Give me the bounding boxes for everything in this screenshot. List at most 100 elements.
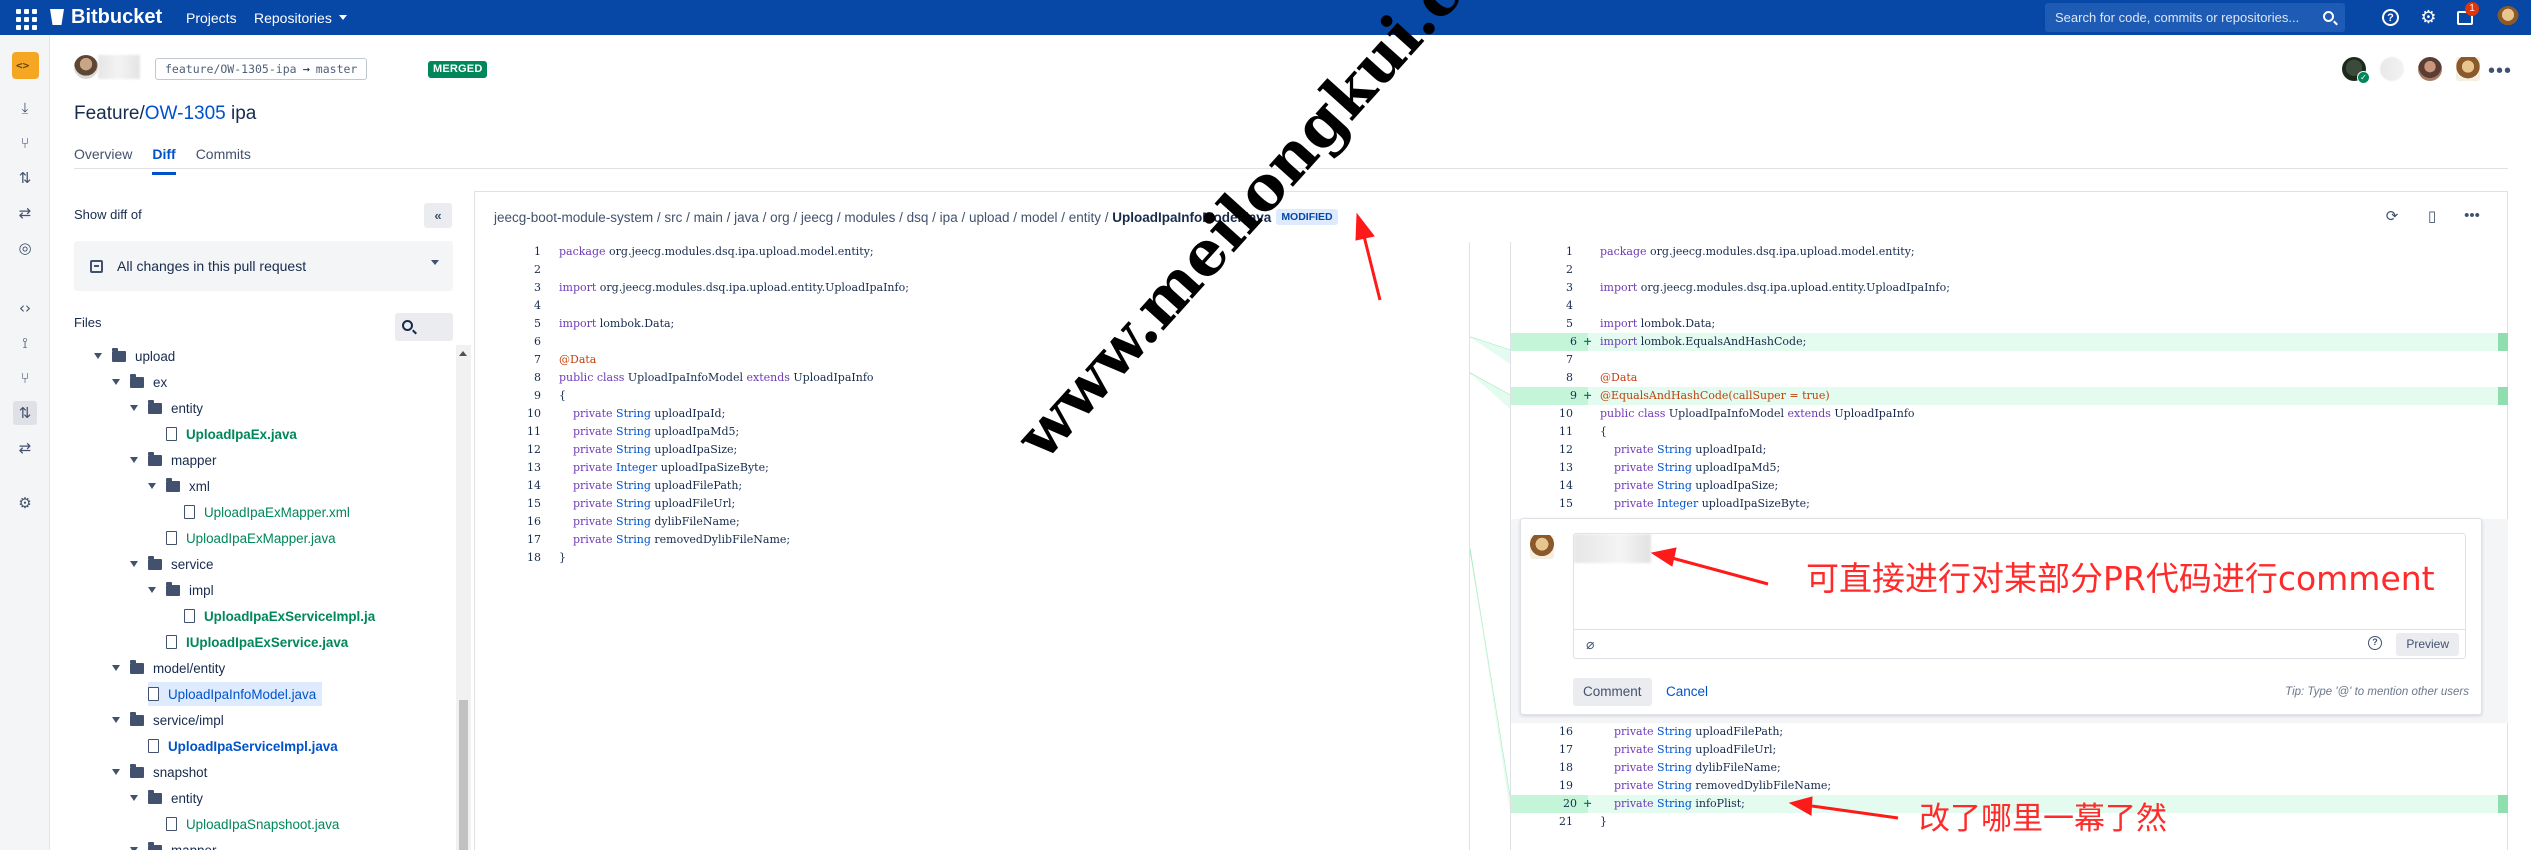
create-pull-request-icon[interactable]: ⇅	[15, 168, 35, 188]
line-number[interactable]: 9	[475, 387, 541, 405]
tree-file[interactable]: IUploadIpaExService.java	[166, 630, 348, 654]
refresh-icon[interactable]: ⟳	[2383, 207, 2401, 225]
reviewer-avatar[interactable]	[2380, 57, 2404, 81]
collapse-sidebar-button[interactable]: «	[424, 203, 452, 228]
diff-line[interactable]: 11 private String uploadIpaMd5;	[475, 423, 1469, 441]
diff-line[interactable]: 15 private Integer uploadIpaSizeByte;	[1511, 495, 2508, 513]
tab-overview[interactable]: Overview	[74, 146, 132, 175]
diff-line[interactable]: 4	[475, 297, 1469, 315]
chevron-down-icon[interactable]	[112, 769, 120, 775]
diff-line[interactable]: 10 private String uploadIpaId;	[475, 405, 1469, 423]
diff-line-added[interactable]: 6 + import lombok.EqualsAndHashCode;	[1511, 333, 2508, 351]
line-number[interactable]: 16	[475, 513, 541, 531]
line-number[interactable]: 2	[475, 261, 541, 279]
diff-line[interactable]: 15 private String uploadFileUrl;	[475, 495, 1469, 513]
tree-folder[interactable]: entity	[130, 396, 203, 420]
line-number[interactable]: 18	[1511, 759, 1573, 777]
line-number[interactable]: 11	[475, 423, 541, 441]
tree-file[interactable]: UploadIpaSnapshoot.java	[166, 812, 339, 836]
diff-line[interactable]: 6	[475, 333, 1469, 351]
line-number[interactable]: 8	[475, 369, 541, 387]
line-number[interactable]: 15	[1511, 495, 1573, 513]
line-number[interactable]: 7	[475, 351, 541, 369]
tree-file[interactable]: UploadIpaExServiceImpl.ja	[184, 604, 375, 628]
user-avatar[interactable]	[2497, 6, 2519, 28]
line-number[interactable]: 13	[475, 459, 541, 477]
tree-folder[interactable]: ex	[112, 370, 167, 394]
diff-line[interactable]: 3 import org.jeecg.modules.dsq.ipa.upload…	[1511, 279, 2508, 297]
gear-icon[interactable]: ⚙	[2418, 7, 2439, 28]
line-number[interactable]: 10	[475, 405, 541, 423]
line-number[interactable]: 2	[1511, 261, 1573, 279]
line-number[interactable]: 14	[475, 477, 541, 495]
line-number[interactable]: 3	[1511, 279, 1573, 297]
diff-line[interactable]: 12 private String uploadIpaSize;	[475, 441, 1469, 459]
chevron-down-icon[interactable]	[130, 795, 138, 801]
tree-folder[interactable]: snapshot	[112, 760, 207, 784]
line-number[interactable]: 14	[1511, 477, 1573, 495]
line-number[interactable]: 15	[475, 495, 541, 513]
diff-line[interactable]: 7	[1511, 351, 2508, 369]
tree-file[interactable]: UploadIpaEx.java	[166, 422, 297, 446]
branch-summary[interactable]: feature/OW-1305-ipa → master	[155, 58, 368, 80]
file-tree-scrollbar[interactable]	[456, 345, 471, 850]
diff-line[interactable]: 10 public class UploadIpaInfoModel extend…	[1511, 405, 2508, 423]
nav-repositories[interactable]: Repositories	[254, 0, 347, 35]
clone-icon[interactable]: ⤓	[15, 98, 35, 118]
commits-icon[interactable]: ⟟	[15, 333, 35, 353]
diff-line[interactable]: 17 private String removedDylibFileName;	[475, 531, 1469, 549]
line-number[interactable]: 19	[1511, 777, 1573, 795]
more-options-icon[interactable]: •••	[2463, 207, 2481, 225]
chevron-down-icon[interactable]	[112, 665, 120, 671]
search-icon[interactable]	[2323, 11, 2334, 22]
scroll-up-icon[interactable]	[459, 351, 467, 356]
chevron-down-icon[interactable]	[94, 353, 102, 359]
tree-folder[interactable]: xml	[148, 474, 210, 498]
repository-avatar[interactable]	[12, 52, 39, 79]
diff-line[interactable]: 1 package org.jeecg.modules.dsq.ipa.uploa…	[475, 243, 1469, 261]
reviewer-avatar[interactable]	[2456, 57, 2480, 81]
line-number[interactable]: 1	[1511, 243, 1573, 261]
pull-requests-icon[interactable]: ⇅	[13, 401, 37, 425]
tree-file[interactable]: UploadIpaServiceImpl.java	[148, 734, 338, 758]
chevron-down-icon[interactable]	[148, 483, 156, 489]
pipelines-icon[interactable]: ⇄	[15, 438, 35, 458]
compare-icon[interactable]: ⇄	[15, 203, 35, 223]
tree-folder[interactable]: mapper	[130, 448, 216, 472]
file-search-button[interactable]	[395, 313, 453, 341]
diff-line[interactable]: 9{	[475, 387, 1469, 405]
line-number[interactable]: 1	[475, 243, 541, 261]
line-number[interactable]: 17	[1511, 741, 1573, 759]
tree-folder[interactable]: mapper	[130, 838, 216, 850]
create-branch-icon[interactable]: ⑂	[15, 133, 35, 153]
branches-icon[interactable]: ⑂	[15, 368, 35, 388]
line-number[interactable]: 6	[475, 333, 541, 351]
diff-line-added[interactable]: 9 + @EqualsAndHashCode(callSuper = true)	[1511, 387, 2508, 405]
app-switcher-icon[interactable]	[14, 7, 37, 30]
line-number[interactable]: 5	[475, 315, 541, 333]
fork-icon[interactable]: ◎	[15, 238, 35, 258]
attachment-icon[interactable]: ⌀	[1586, 636, 1594, 653]
diff-line[interactable]: 17 private String uploadFileUrl;	[1511, 741, 2508, 759]
line-number[interactable]: 3	[475, 279, 541, 297]
diff-line[interactable]: 8 @Data	[1511, 369, 2508, 387]
diff-line[interactable]: 18 private String dylibFileName;	[1511, 759, 2508, 777]
tree-file[interactable]: UploadIpaExMapper.xml	[184, 500, 350, 524]
diff-line[interactable]: 16 private String dylibFileName;	[475, 513, 1469, 531]
line-number[interactable]: 7	[1511, 351, 1573, 369]
more-actions-icon[interactable]: •••	[2488, 60, 2512, 83]
tree-folder[interactable]: upload	[94, 345, 175, 368]
diff-line[interactable]: 18}	[475, 549, 1469, 567]
diff-line[interactable]: 14 private String uploadIpaSize;	[1511, 477, 2508, 495]
line-number[interactable]: 17	[475, 531, 541, 549]
diff-line[interactable]: 5 import lombok.Data;	[475, 315, 1469, 333]
line-number[interactable]: 21	[1511, 813, 1573, 831]
tree-folder[interactable]: impl	[148, 578, 214, 602]
line-number[interactable]: 8	[1511, 369, 1573, 387]
line-number[interactable]: 12	[475, 441, 541, 459]
diff-line[interactable]: 8 public class UploadIpaInfoModel extends…	[475, 369, 1469, 387]
line-number[interactable]: 18	[475, 549, 541, 567]
repository-settings-icon[interactable]: ⚙	[15, 493, 35, 513]
markup-help-icon[interactable]: ?	[2368, 636, 2382, 650]
diff-line[interactable]: 7 @Data	[475, 351, 1469, 369]
